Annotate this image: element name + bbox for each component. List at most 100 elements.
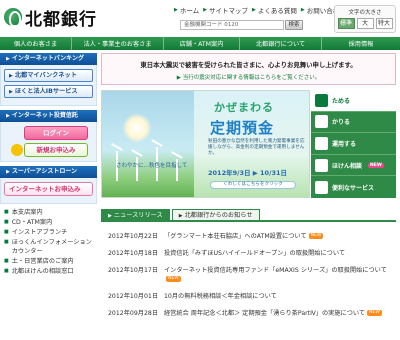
arrow-right-icon: ▶ <box>300 7 305 13</box>
corporate-ib-button[interactable]: ▶ ほくと法人IBサービス <box>4 85 93 98</box>
sun-icon <box>122 113 152 143</box>
panel-title: インターネット投資信託 <box>11 112 78 119</box>
service-menu-convenient[interactable]: 便利なサービス <box>311 176 396 198</box>
new-application-button[interactable]: 新規お申込み <box>11 143 88 157</box>
bank-logo[interactable]: 北都銀行 <box>4 6 97 30</box>
heart-icon <box>315 158 328 172</box>
search-input[interactable]: 金融機関コード 0120 <box>180 20 284 30</box>
button-label: 北都マイバンクネット <box>14 72 77 79</box>
header: 北都銀行 ▶ ホーム ▶ サイトマップ ▶ よくある質問 ▶ お問い合わせ 金融機関コー… <box>0 0 400 36</box>
arrow-right-icon: ▶ <box>6 113 10 119</box>
notice-link[interactable]: ▶ 当行の震災対応に関する情報はこちらをご覧ください。 <box>102 73 395 81</box>
news-item[interactable]: 2012年10月01日 10月の無料税務相談＜年金相談について <box>108 292 396 301</box>
link-label: 本支店案内 <box>11 209 43 216</box>
arrow-right-icon: ▶ <box>108 213 112 219</box>
logo-mark-icon <box>4 8 22 27</box>
super-assist-panel: インターネットお申込み <box>0 178 97 204</box>
arrow-right-icon: ▶ <box>6 169 10 175</box>
coin-icon <box>11 144 23 156</box>
global-nav: 個人のお客さま 法人・事業主のお客さま 店舗・ATM案内 北都銀行について 採用… <box>0 37 400 50</box>
news-item[interactable]: 2012年10月22日 「グランマート本荘石脇店」へのATM設置について NEW <box>108 232 396 241</box>
sidebar-link-instore[interactable]: ■ インストアブランチ <box>4 228 97 237</box>
service-menu-save[interactable]: ためる <box>311 90 396 112</box>
menu-label: ためる <box>332 97 351 105</box>
panel-title: インターネットバンキング <box>11 55 84 62</box>
search-button[interactable]: 検索 <box>285 20 303 30</box>
logo-text: 北都銀行 <box>25 9 97 30</box>
tab-label: ニュースリリース <box>113 212 163 219</box>
bullet-icon: ■ <box>4 229 9 235</box>
bullet-icon: ■ <box>4 268 9 274</box>
new-badge: NEW <box>308 233 324 239</box>
gnav-about[interactable]: 北都銀行について <box>240 37 322 50</box>
sidebar-link-insurance[interactable]: ■ 北都ほけんの相談窓口 <box>4 267 97 276</box>
menu-label: ほけん相談 <box>332 162 363 170</box>
font-size-large-button[interactable]: 大 <box>356 18 374 29</box>
new-badge: NEW <box>368 162 384 168</box>
new-badge: NEW <box>166 276 181 282</box>
utility-nav: ▶ ホーム ▶ サイトマップ ▶ よくある質問 ▶ お問い合わせ <box>174 5 346 15</box>
news-title-text: 経営統合 周年記念＜北都＞ 定期預金「湧らり茶PartⅣ」の実施について <box>164 310 366 317</box>
news-tabs: ▶ ニュースリリース ▶ 北都銀行からのお知らせ <box>101 209 396 222</box>
news-title: 経営統合 周年記念＜北都＞ 定期預金「湧らり茶PartⅣ」の実施について NEW <box>164 309 396 318</box>
news-title: 「グランマート本荘石脇店」へのATM設置について NEW <box>164 232 396 241</box>
bullet-icon: ■ <box>4 209 9 215</box>
arrow-right-icon: ▶ <box>174 7 178 13</box>
wind-farm-image: さわやかに…秋色を目指して <box>102 91 194 197</box>
font-size-label: 文字の大きさ <box>348 10 382 16</box>
tab-announcements[interactable]: ▶ 北都銀行からのお知らせ <box>171 209 260 220</box>
news-title-text: インターネット投資信託専用ファンド「eMAXIS シリーズ」の取扱開始について <box>164 267 387 274</box>
news-title-text: 「グランマート本荘石脇店」へのATM設置について <box>164 233 307 240</box>
utility-link-home[interactable]: ▶ ホーム <box>174 5 199 15</box>
menu-label: 運用する <box>332 140 357 148</box>
utility-link-sitemap[interactable]: ▶ サイトマップ <box>203 5 248 15</box>
star-icon <box>315 180 328 194</box>
bullet-icon: ■ <box>4 258 9 264</box>
sidebar-link-atm[interactable]: ■ CD・ATM案内 <box>4 218 97 227</box>
tab-news-release[interactable]: ▶ ニュースリリース <box>101 209 170 220</box>
link-label: CD・ATM案内 <box>11 219 53 226</box>
sidebar-links: ■ 本支店案内 ■ CD・ATM案内 ■ インストアブランチ ■ ほっくんインフォメーシ… <box>0 208 97 276</box>
news-title: 10月の無料税務相談＜年金相談について <box>164 293 277 300</box>
link-label: 北都ほけんの相談窓口 <box>11 268 74 275</box>
news-date: 2012年10月17日 <box>108 267 159 274</box>
piggy-bank-icon <box>315 93 328 107</box>
banner-title-top: かぜまわる <box>214 101 274 114</box>
gnav-business[interactable]: 法人・事業主のお客さま <box>72 37 164 50</box>
chart-icon <box>315 136 328 150</box>
gnav-personal[interactable]: 個人のお客さま <box>0 37 72 50</box>
login-button[interactable]: ログイン <box>24 126 88 140</box>
campaign-banner[interactable]: さわやかに…秋色を目指して かぜまわる 定期預金 秋田の豊かな自然を利用した風力… <box>101 90 310 198</box>
news-item[interactable]: 2012年10月18日 投資信託「みずほUSハイイールドオープン」の取扱開始につ… <box>108 249 396 258</box>
news-date: 2012年09月28日 <box>108 310 159 317</box>
sidebar-link-branches[interactable]: ■ 本支店案内 <box>4 208 97 217</box>
utility-link-label: ホーム <box>179 7 200 15</box>
gnav-recruit[interactable]: 採用情報 <box>322 37 400 50</box>
bullet-icon: ■ <box>4 239 9 245</box>
news-date: 2012年10月22日 <box>108 233 159 240</box>
notice-message: 東日本大震災で被害を受けられた皆さまに、心よりお見舞い申し上げます。 <box>140 61 357 69</box>
banner-caption: さわやかに…秋色を目指して <box>116 163 188 169</box>
wallet-icon <box>315 115 328 129</box>
service-menu-invest[interactable]: 運用する <box>311 133 396 155</box>
utility-link-faq[interactable]: ▶ よくある質問 <box>252 5 297 15</box>
mybank-net-button[interactable]: ▶ 北都マイバンクネット <box>4 69 93 82</box>
sidebar-link-info-counter[interactable]: ■ ほっくんインフォメーションカウンター <box>4 238 97 256</box>
arrow-right-icon: ▶ <box>252 7 256 13</box>
service-menu-borrow[interactable]: かりる <box>311 112 396 134</box>
font-size-xlarge-button[interactable]: 特大 <box>375 18 393 29</box>
bullet-icon: ■ <box>4 219 9 225</box>
news-item[interactable]: 2012年10月17日 インターネット投資信託専用ファンド「eMAXIS シリー… <box>108 266 396 284</box>
banner-more-button[interactable]: くわしくはこちらをクリック <box>210 181 296 189</box>
banner-period: 2012年9/3日 ▶ 10/31日 <box>208 169 287 177</box>
gnav-branches[interactable]: 店舗・ATM案内 <box>164 37 240 50</box>
loan-apply-button[interactable]: インターネットお申込み <box>4 182 93 196</box>
font-size-standard-button[interactable]: 標準 <box>337 18 355 29</box>
banner-description: 秋田の豊かな自然を利用した風力発電事業を応援しながら、高金利の定期預金で運用しま… <box>208 139 305 156</box>
service-menu-insurance[interactable]: ほけん相談 NEW <box>311 155 396 177</box>
sidebar-link-weekend[interactable]: ■ 土・日営業店のご案内 <box>4 257 97 266</box>
menu-label: 便利なサービス <box>332 184 375 192</box>
font-size-selector: 文字の大きさ 標準 大 特大 <box>334 5 396 33</box>
arrow-right-icon: ▶ <box>9 89 13 95</box>
news-item[interactable]: 2012年09月28日 経営統合 周年記念＜北都＞ 定期預金「湧らり茶PartⅣ… <box>108 309 396 318</box>
